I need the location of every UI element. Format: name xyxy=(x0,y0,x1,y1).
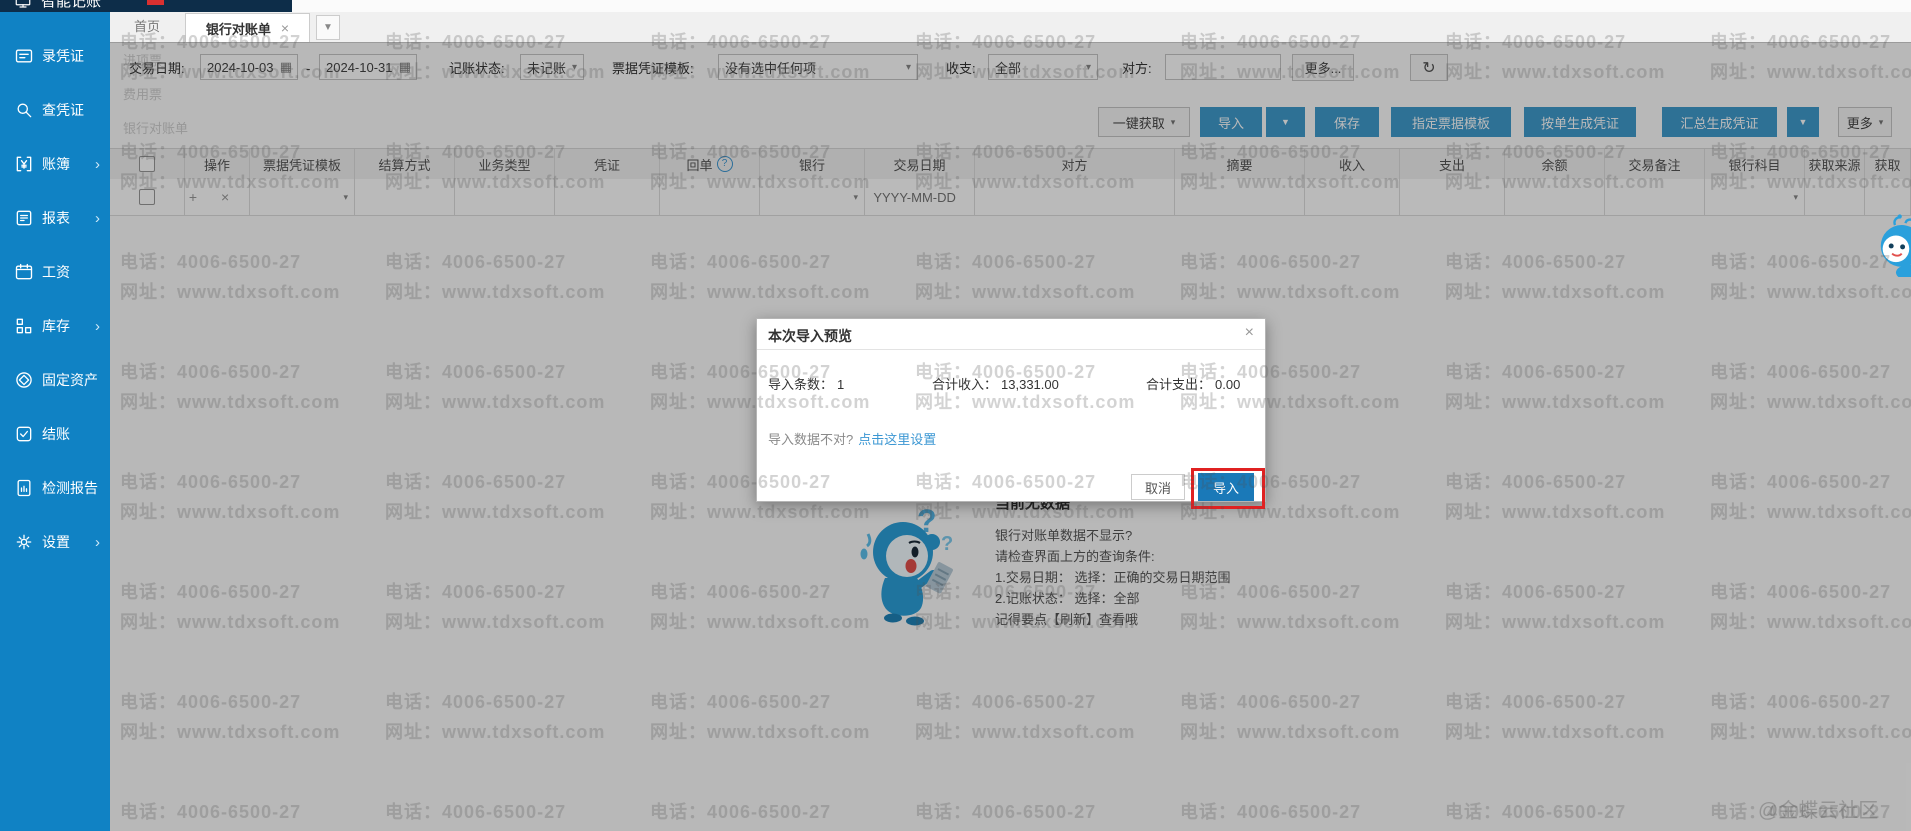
import-count-label: 导入条数： xyxy=(768,377,833,392)
tab-bank-statement-label: 银行对账单 xyxy=(206,19,271,38)
sidebar-item[interactable]: 固定资产 xyxy=(0,353,110,407)
sidebar-item[interactable]: 报表 › xyxy=(0,191,110,245)
smart-bookkeeping-icon xyxy=(14,0,32,10)
tab-bank-statement[interactable]: 银行对账单 × xyxy=(185,13,310,42)
import-hint: 导入数据不对? 点击这里设置 xyxy=(768,429,936,448)
total-expense-stat: 合计支出： 0.00 xyxy=(1146,374,1240,393)
sidebar-nav: 录凭证 查凭证 账簿 › 报表 › 工资 xyxy=(0,12,110,831)
tab-list-dropdown-button[interactable]: ▼ xyxy=(316,15,340,40)
sidebar-item-label: 结账 xyxy=(42,424,70,444)
sidebar-item-label: 工资 xyxy=(42,262,70,282)
sidebar-item-icon xyxy=(14,370,34,390)
sidebar-item-label: 账簿 xyxy=(42,154,70,174)
sidebar-item-icon xyxy=(14,262,34,282)
sidebar-item-icon xyxy=(14,478,34,498)
sidebar-item-icon xyxy=(14,424,34,444)
sidebar-item-label: 设置 xyxy=(42,532,70,552)
annotation-fragment xyxy=(147,0,164,5)
sidebar-item-label: 录凭证 xyxy=(42,46,84,66)
sidebar-item-label: 报表 xyxy=(42,208,70,228)
sidebar-item-icon xyxy=(14,532,34,552)
cancel-button[interactable]: 取消 xyxy=(1131,474,1185,500)
tab-bar: 首页 银行对账单 × ▼ xyxy=(110,12,1911,43)
sidebar-item[interactable]: 结账 xyxy=(0,407,110,461)
dialog-header: 本次导入预览 × xyxy=(757,319,1265,350)
module-header-bar: 智能记账 xyxy=(0,0,292,12)
total-income-label: 合计收入： xyxy=(932,377,997,392)
total-income-value: 13,331.00 xyxy=(1001,377,1059,392)
sidebar-item[interactable]: 库存 › xyxy=(0,299,110,353)
sidebar-item-icon xyxy=(14,100,34,120)
sidebar-item[interactable]: 查凭证 xyxy=(0,83,110,137)
sidebar-item-label: 查凭证 xyxy=(42,100,84,120)
sidebar-item[interactable]: 账簿 › xyxy=(0,137,110,191)
import-count-stat: 导入条数： 1 xyxy=(768,374,844,393)
total-expense-label: 合计支出： xyxy=(1146,377,1211,392)
sidebar-item-label: 检测报告 xyxy=(42,478,98,498)
dialog-title: 本次导入预览 xyxy=(768,326,852,346)
sidebar-item[interactable]: 检测报告 xyxy=(0,461,110,515)
sidebar-item-icon xyxy=(14,154,34,174)
confirm-import-button[interactable]: 导入 xyxy=(1198,473,1254,501)
close-icon[interactable]: × xyxy=(1245,324,1254,342)
sidebar-item-icon xyxy=(14,208,34,228)
module-label: 智能记账 xyxy=(41,0,101,11)
total-income-stat: 合计收入： 13,331.00 xyxy=(932,374,1059,393)
chevron-right-icon: › xyxy=(95,156,100,173)
sidebar-item[interactable]: 录凭证 xyxy=(0,29,110,83)
sidebar-item[interactable]: 工资 xyxy=(0,245,110,299)
total-expense-value: 0.00 xyxy=(1215,377,1240,392)
sidebar-item[interactable]: 设置 › xyxy=(0,515,110,569)
sidebar-item-label: 固定资产 xyxy=(42,370,98,390)
settings-link[interactable]: 点击这里设置 xyxy=(858,432,936,447)
tab-home[interactable]: 首页 xyxy=(122,12,172,42)
chevron-right-icon: › xyxy=(95,318,100,335)
assistant-mascot-icon[interactable] xyxy=(1876,213,1911,277)
sidebar-item-icon xyxy=(14,316,34,336)
sidebar-item-label: 库存 xyxy=(42,316,70,336)
chevron-right-icon: › xyxy=(95,534,100,551)
import-preview-dialog: 本次导入预览 × 导入条数： 1 合计收入： 13,331.00 合计支出： 0.00… xyxy=(756,318,1266,502)
close-icon[interactable]: × xyxy=(281,20,289,36)
sidebar-item-icon xyxy=(14,46,34,66)
chevron-right-icon: › xyxy=(95,210,100,227)
import-count-value: 1 xyxy=(837,377,844,392)
hint-text: 导入数据不对? xyxy=(768,432,853,447)
chevron-down-icon: ▼ xyxy=(323,22,333,33)
app-window: 进项票 费用票 银行对账单 交易日期: ▦ - ▦ 记账状态: 未记账 ▾ 票据… xyxy=(0,0,1911,831)
